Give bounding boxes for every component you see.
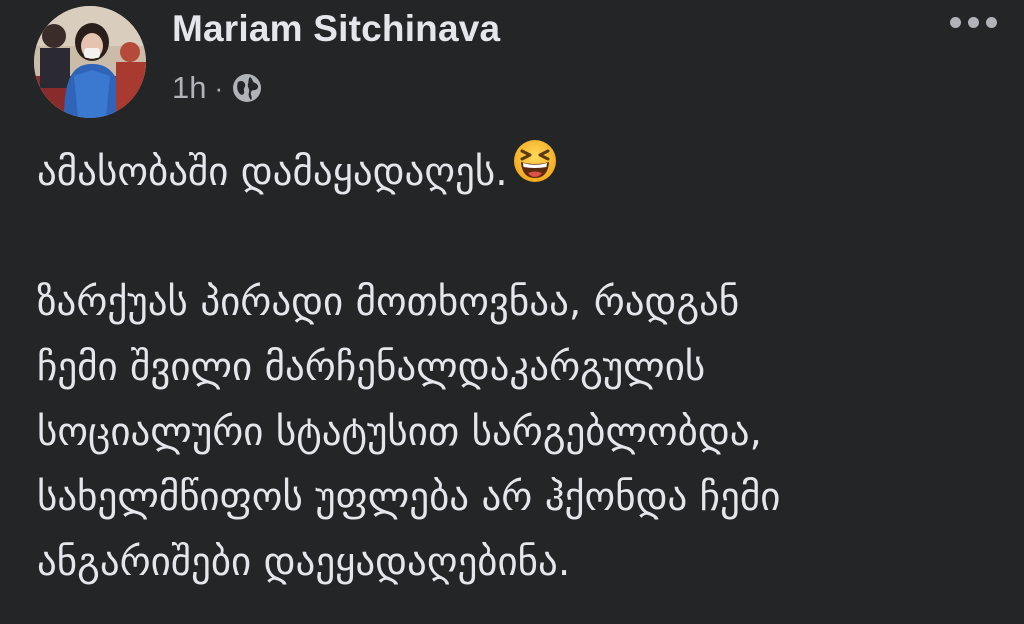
globe-icon[interactable] bbox=[231, 72, 263, 104]
post-line-5: სახელმწიფოს უფლება არ ჰქონდა ჩემი bbox=[37, 475, 781, 520]
more-dot bbox=[949, 16, 961, 28]
post-timestamp[interactable]: 1h bbox=[172, 70, 206, 106]
laughing-face-emoji bbox=[512, 138, 558, 204]
post-line-1: ამასობაში დამაყადაღეს. bbox=[37, 138, 1012, 205]
meta-separator: · bbox=[214, 72, 224, 103]
author-name[interactable]: Mariam Sitchinava bbox=[172, 8, 500, 50]
more-dot bbox=[985, 16, 997, 28]
facebook-post: Mariam Sitchinava 1h · ამასობაში დამაყად… bbox=[0, 0, 1024, 624]
avatar-photo bbox=[34, 6, 146, 118]
avatar[interactable] bbox=[34, 6, 146, 118]
post-message: ამასობაში დამაყადაღეს. ზარქუას პირადი მო… bbox=[37, 138, 1012, 595]
post-meta: 1h · bbox=[172, 68, 263, 108]
post-text: ამასობაში დამაყადაღეს. bbox=[37, 150, 508, 195]
more-dot bbox=[967, 16, 979, 28]
post-line-4: სოციალური სტატუსით სარგებლობდა, bbox=[37, 410, 762, 455]
post-line-2: ზარქუას პირადი მოთხოვნაა, რადგან bbox=[37, 280, 740, 325]
post-line-3: ჩემი შვილი მარჩენალდაკარგულის bbox=[37, 345, 706, 390]
post-line-6: ანგარიშები დაეყადაღებინა. bbox=[37, 540, 571, 585]
more-options-icon[interactable] bbox=[935, 2, 1011, 42]
